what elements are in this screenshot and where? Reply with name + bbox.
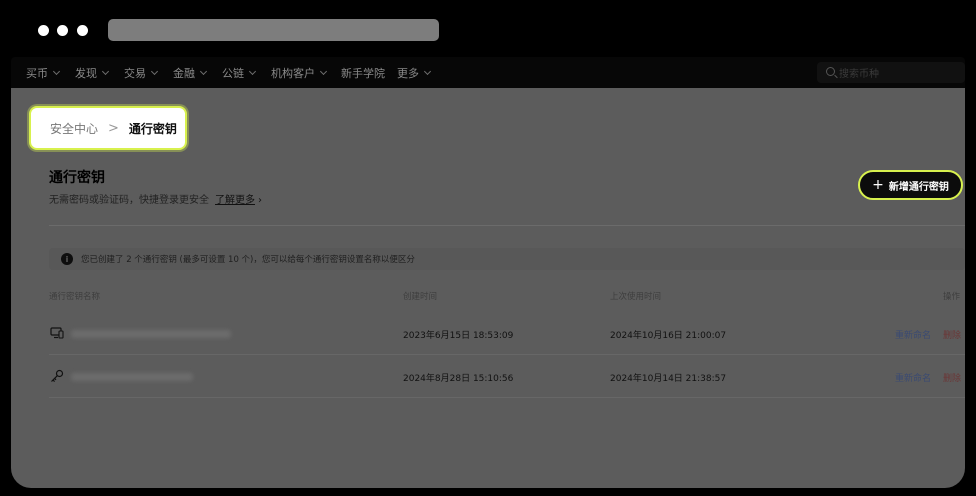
table-row: 2023年6月15日 18:53:09 2024年10月16日 21:00:07… — [49, 312, 965, 355]
description-text: 无需密码或验证码，快捷登录更安全 — [49, 195, 209, 206]
column-header-name: 通行密钥名称 — [49, 292, 101, 302]
nav-item-discover[interactable]: 发现 — [75, 65, 110, 81]
delete-button[interactable]: 删除 — [943, 328, 961, 341]
nav-item-chain[interactable]: 公链 — [222, 65, 257, 81]
delete-button[interactable]: 删除 — [943, 371, 961, 384]
chevron-right-icon: > — [108, 120, 119, 136]
page-description: 无需密码或验证码，快捷登录更安全 了解更多 › — [49, 191, 262, 206]
last-used-time: 2024年10月16日 21:00:07 — [610, 331, 727, 341]
nav-item-trade[interactable]: 交易 — [124, 65, 159, 81]
search-placeholder: 搜索币种 — [839, 69, 879, 80]
chevron-down-icon — [150, 67, 159, 75]
rename-button[interactable]: 重新命名 — [895, 371, 931, 384]
top-nav: 买币 发现 交易 金融 公链 机构客户 新手学院 更多 搜索币种 — [11, 57, 965, 88]
page-title: 通行密钥 — [49, 170, 105, 186]
search-icon — [826, 67, 835, 76]
table-row: 2024年8月28日 15:10:56 2024年10月14日 21:38:57… — [49, 355, 965, 398]
add-passkey-label: 新增通行密钥 — [888, 181, 949, 193]
add-passkey-button[interactable]: + 新增通行密钥 — [858, 170, 963, 200]
nav-item-buy-crypto[interactable]: 买币 — [26, 65, 61, 81]
chevron-down-icon — [52, 67, 61, 75]
rename-button[interactable]: 重新命名 — [895, 328, 931, 341]
nav-item-label: 金融 — [173, 67, 195, 80]
divider — [49, 225, 965, 226]
passkey-name-redacted — [71, 330, 231, 338]
search-input[interactable]: 搜索币种 — [817, 62, 965, 83]
browser-window-bar — [0, 0, 976, 58]
window-dot-icon — [38, 25, 49, 36]
column-header-actions: 操作 — [943, 292, 961, 302]
nav-item-label: 新手学院 — [341, 67, 385, 80]
breadcrumb-current: 通行密钥 — [128, 121, 177, 136]
nav-item-finance[interactable]: 金融 — [173, 65, 208, 81]
main-content: 安全中心 > 通行密钥 通行密钥 无需密码或验证码，快捷登录更安全 了解更多 › +… — [11, 88, 965, 488]
chevron-down-icon — [248, 67, 257, 75]
nav-item-label: 买币 — [26, 67, 48, 80]
nav-item-more[interactable]: 更多 — [397, 65, 432, 81]
chevron-right-icon: › — [258, 195, 262, 206]
info-icon: i — [61, 253, 73, 265]
nav-item-label: 更多 — [397, 67, 419, 80]
created-time: 2023年6月15日 18:53:09 — [403, 331, 514, 341]
notice-text: 您已创建了 2 个通行密钥 (最多可设置 10 个)，您可以给每个通行密钥设置名… — [81, 255, 415, 265]
nav-item-label: 机构客户 — [271, 67, 315, 80]
column-header-created: 创建时间 — [403, 292, 438, 302]
column-header-last-used: 上次使用时间 — [610, 292, 662, 302]
nav-item-label: 公链 — [222, 67, 244, 80]
created-time: 2024年8月28日 15:10:56 — [403, 374, 514, 384]
passkey-name-redacted — [71, 373, 193, 381]
key-icon — [51, 369, 64, 383]
nav-item-label: 交易 — [124, 67, 146, 80]
nav-item-label: 发现 — [75, 67, 97, 80]
chevron-down-icon — [319, 67, 328, 75]
nav-item-institutional[interactable]: 机构客户 — [271, 65, 328, 81]
chevron-down-icon — [423, 67, 432, 75]
device-icon — [50, 327, 64, 339]
nav-item-academy[interactable]: 新手学院 — [341, 65, 385, 81]
breadcrumb: 安全中心 > 通行密钥 — [29, 106, 187, 150]
last-used-time: 2024年10月14日 21:38:57 — [610, 374, 727, 384]
plus-icon: + — [872, 177, 884, 193]
chevron-down-icon — [101, 67, 110, 75]
window-dot-icon — [77, 25, 88, 36]
window-dot-icon — [57, 25, 68, 36]
chevron-down-icon — [199, 67, 208, 75]
breadcrumb-security-center[interactable]: 安全中心 — [50, 120, 98, 137]
info-notice: i 您已创建了 2 个通行密钥 (最多可设置 10 个)，您可以给每个通行密钥设… — [49, 248, 965, 270]
learn-more-link[interactable]: 了解更多 — [215, 195, 255, 206]
address-bar[interactable] — [108, 19, 439, 41]
